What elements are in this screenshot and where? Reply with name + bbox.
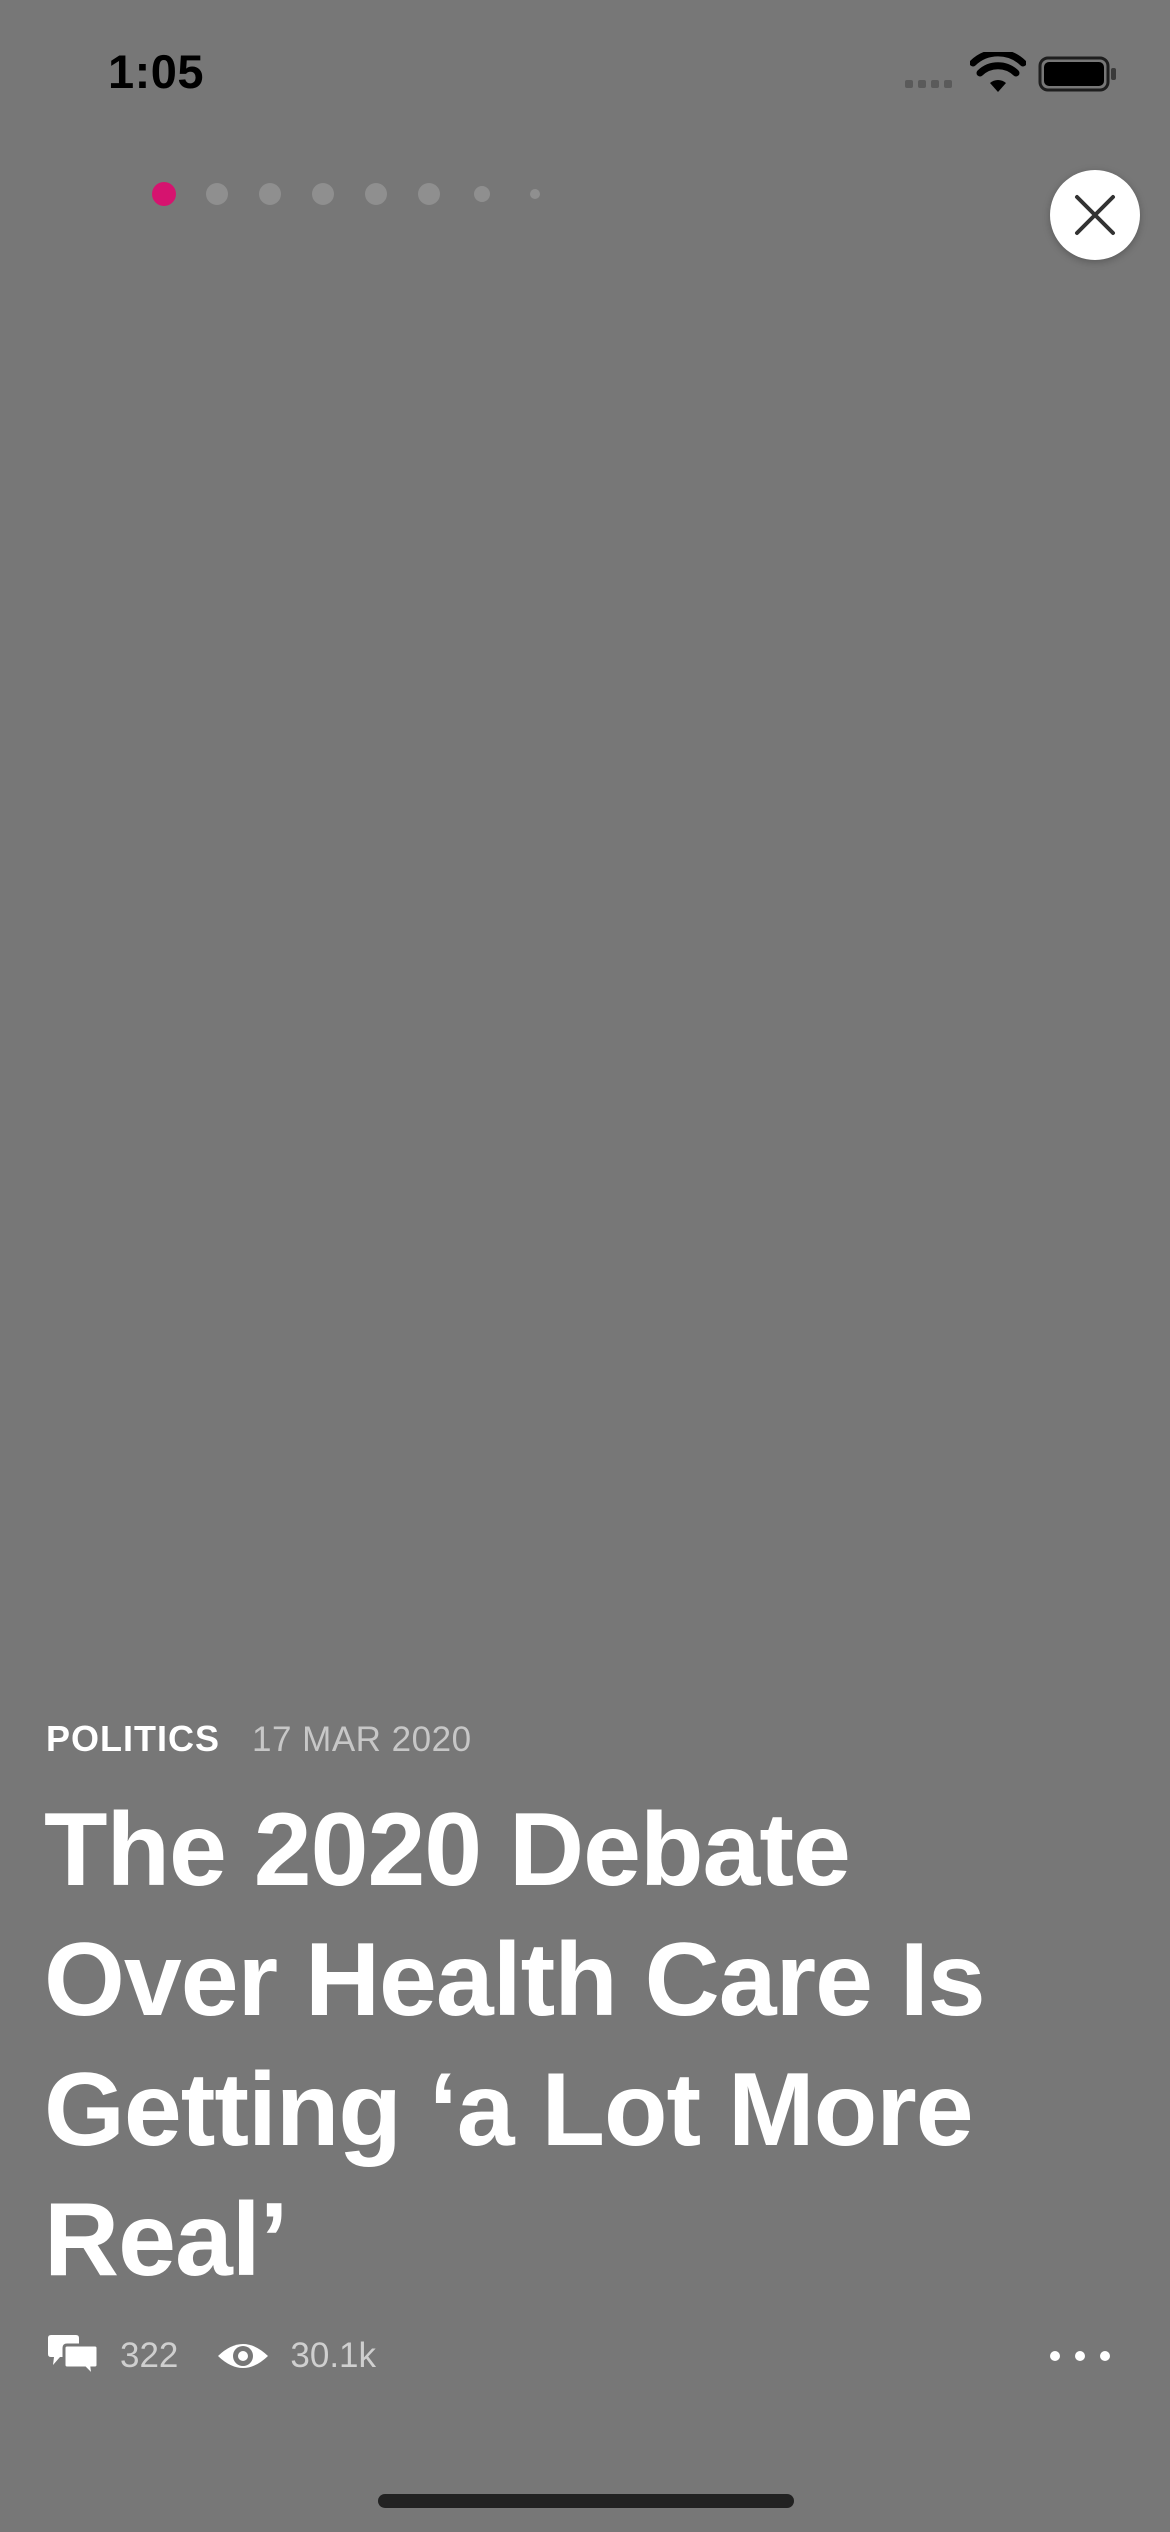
close-icon xyxy=(1075,195,1115,235)
article-headline[interactable]: The 2020 Debate Over Health Care Is Gett… xyxy=(44,1785,1104,2305)
views-count: 30.1k xyxy=(290,2336,377,2375)
cellular-signal-icon xyxy=(905,80,952,88)
article-category[interactable]: POLITICS xyxy=(46,1718,220,1760)
status-time: 1:05 xyxy=(108,45,205,98)
story-screen: 1:05 POLITICS 17 MAR 2020 The 2020 Debat… xyxy=(0,0,1170,2532)
more-dots-icon xyxy=(1050,2351,1060,2361)
progress-dot[interactable] xyxy=(418,183,440,205)
progress-dot[interactable] xyxy=(530,189,540,199)
home-indicator[interactable] xyxy=(378,2494,794,2508)
eye-icon xyxy=(218,2344,269,2368)
progress-dot[interactable] xyxy=(312,183,334,205)
close-button[interactable] xyxy=(1050,170,1140,260)
progress-dot[interactable] xyxy=(206,183,228,205)
views-stat: 30.1k xyxy=(216,2336,376,2376)
article-date: 17 MAR 2020 xyxy=(252,1720,472,1759)
story-progress-dots xyxy=(152,182,552,208)
article-stats: 322 30.1k xyxy=(46,2326,376,2386)
article-meta: POLITICS 17 MAR 2020 xyxy=(46,1718,472,1760)
progress-dot-active[interactable] xyxy=(152,182,176,206)
status-bar: 1:05 xyxy=(0,0,1170,150)
progress-dot[interactable] xyxy=(474,186,490,202)
wifi-icon xyxy=(970,52,1026,92)
progress-dot[interactable] xyxy=(259,183,281,205)
comments-icon xyxy=(48,2335,100,2378)
more-options-button[interactable] xyxy=(1050,2336,1110,2376)
progress-dot[interactable] xyxy=(365,183,387,205)
battery-icon xyxy=(1038,56,1116,92)
comments-stat[interactable]: 322 xyxy=(46,2334,178,2378)
comments-count: 322 xyxy=(120,2336,179,2375)
